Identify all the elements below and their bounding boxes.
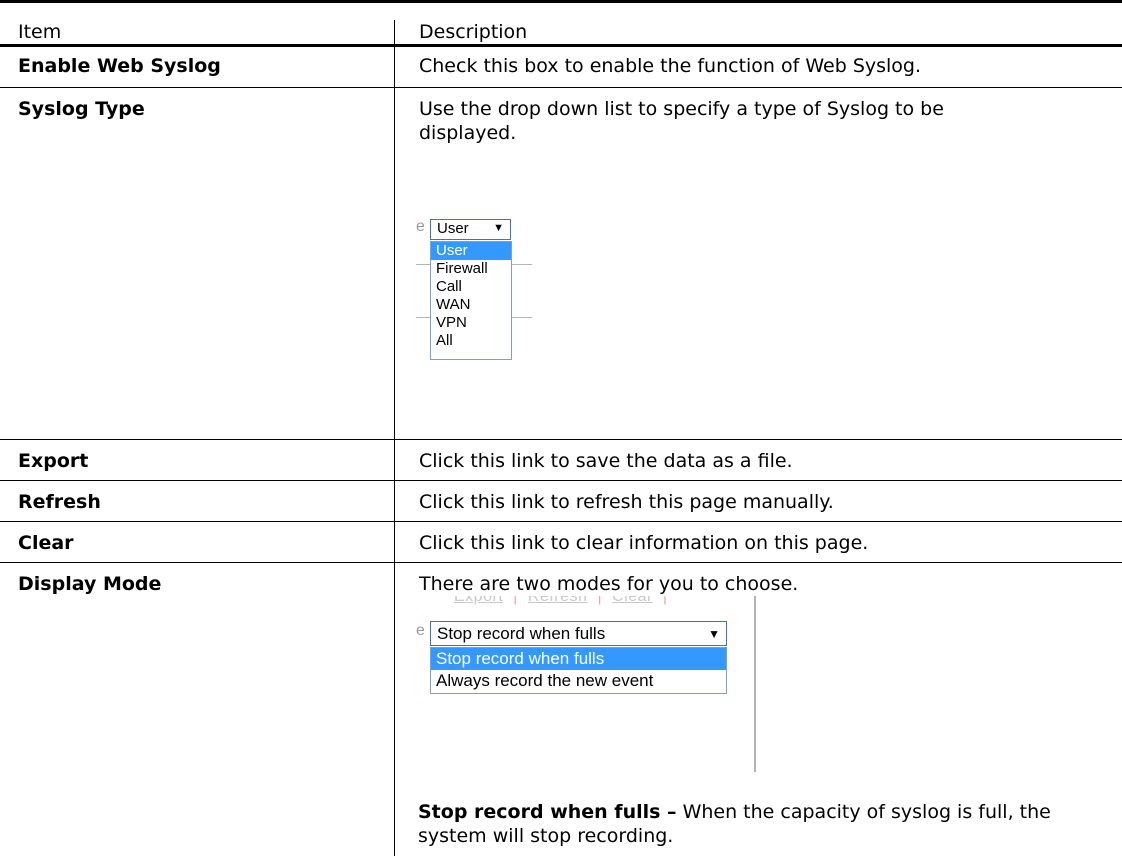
dropdown-option[interactable]: VPN — [431, 314, 511, 332]
chevron-down-icon: ▼ — [493, 222, 504, 234]
faint-divider — [416, 317, 430, 318]
row-item-enable-web-syslog: Enable Web Syslog — [18, 55, 221, 77]
row-item-export: Export — [18, 450, 89, 472]
row-desc-export: Click this link to save the data as a fi… — [394, 440, 1122, 480]
chevron-down-icon: ▼ — [708, 627, 720, 641]
faint-divider — [754, 596, 756, 772]
row-item-clear: Clear — [18, 532, 74, 554]
faint-divider — [512, 317, 532, 318]
dropdown-option[interactable]: Always record the new event — [431, 670, 726, 692]
syslog-type-screenshot: e User ▼ User Firewall Call WAN VPN All — [416, 210, 536, 420]
display-mode-note-term: Stop record when fulls – — [418, 801, 677, 823]
row-item-display-mode: Display Mode — [18, 573, 162, 595]
export-link: Export — [454, 596, 504, 605]
display-mode-screenshot: Export | Refresh | Clear | e Stop record when… — [416, 596, 756, 774]
row-item-refresh: Refresh — [18, 491, 101, 513]
header-item: Item — [18, 21, 62, 43]
syslog-type-dropdown-list: User Firewall Call WAN VPN All — [430, 241, 512, 360]
dropdown-option[interactable]: WAN — [431, 296, 511, 314]
refresh-link: Refresh — [527, 596, 588, 605]
row-desc-clear: Click this link to clear information on … — [394, 522, 1122, 562]
dropdown-option[interactable]: All — [431, 332, 511, 350]
display-mode-dropdown-list: Stop record when fulls Always record the… — [430, 647, 727, 694]
syslog-type-select-value: User — [437, 220, 469, 237]
header-description: Description — [394, 20, 1122, 46]
display-mode-select-value: Stop record when fulls — [437, 624, 606, 643]
faint-link-bar: Export | Refresh | Clear | — [454, 596, 677, 606]
clear-link: Clear — [612, 596, 653, 605]
faint-divider — [416, 264, 430, 265]
dropdown-option[interactable]: Stop record when fulls — [431, 648, 726, 670]
dropdown-option[interactable]: Call — [431, 278, 511, 296]
row-item-syslog-type: Syslog Type — [18, 98, 145, 120]
row-desc-enable-web-syslog: Check this box to enable the function of… — [394, 47, 1122, 87]
dropdown-option[interactable]: Firewall — [431, 260, 511, 278]
display-mode-select[interactable]: Stop record when fulls ▼ — [430, 621, 727, 646]
syslog-type-select[interactable]: User ▼ — [430, 219, 511, 240]
table-top-rule — [0, 0, 1122, 3]
display-mode-note: Stop record when fulls – When the capaci… — [418, 800, 1118, 848]
row-desc-refresh: Click this link to refresh this page man… — [394, 481, 1122, 521]
ghost-label-fragment: e — [416, 622, 425, 639]
dropdown-option[interactable]: User — [431, 242, 511, 260]
faint-divider — [512, 264, 532, 265]
ghost-label-fragment: e — [416, 218, 425, 235]
display-mode-description: There are two modes for you to choose. — [419, 573, 799, 595]
syslog-type-description: Use the drop down list to specify a type… — [419, 98, 944, 144]
